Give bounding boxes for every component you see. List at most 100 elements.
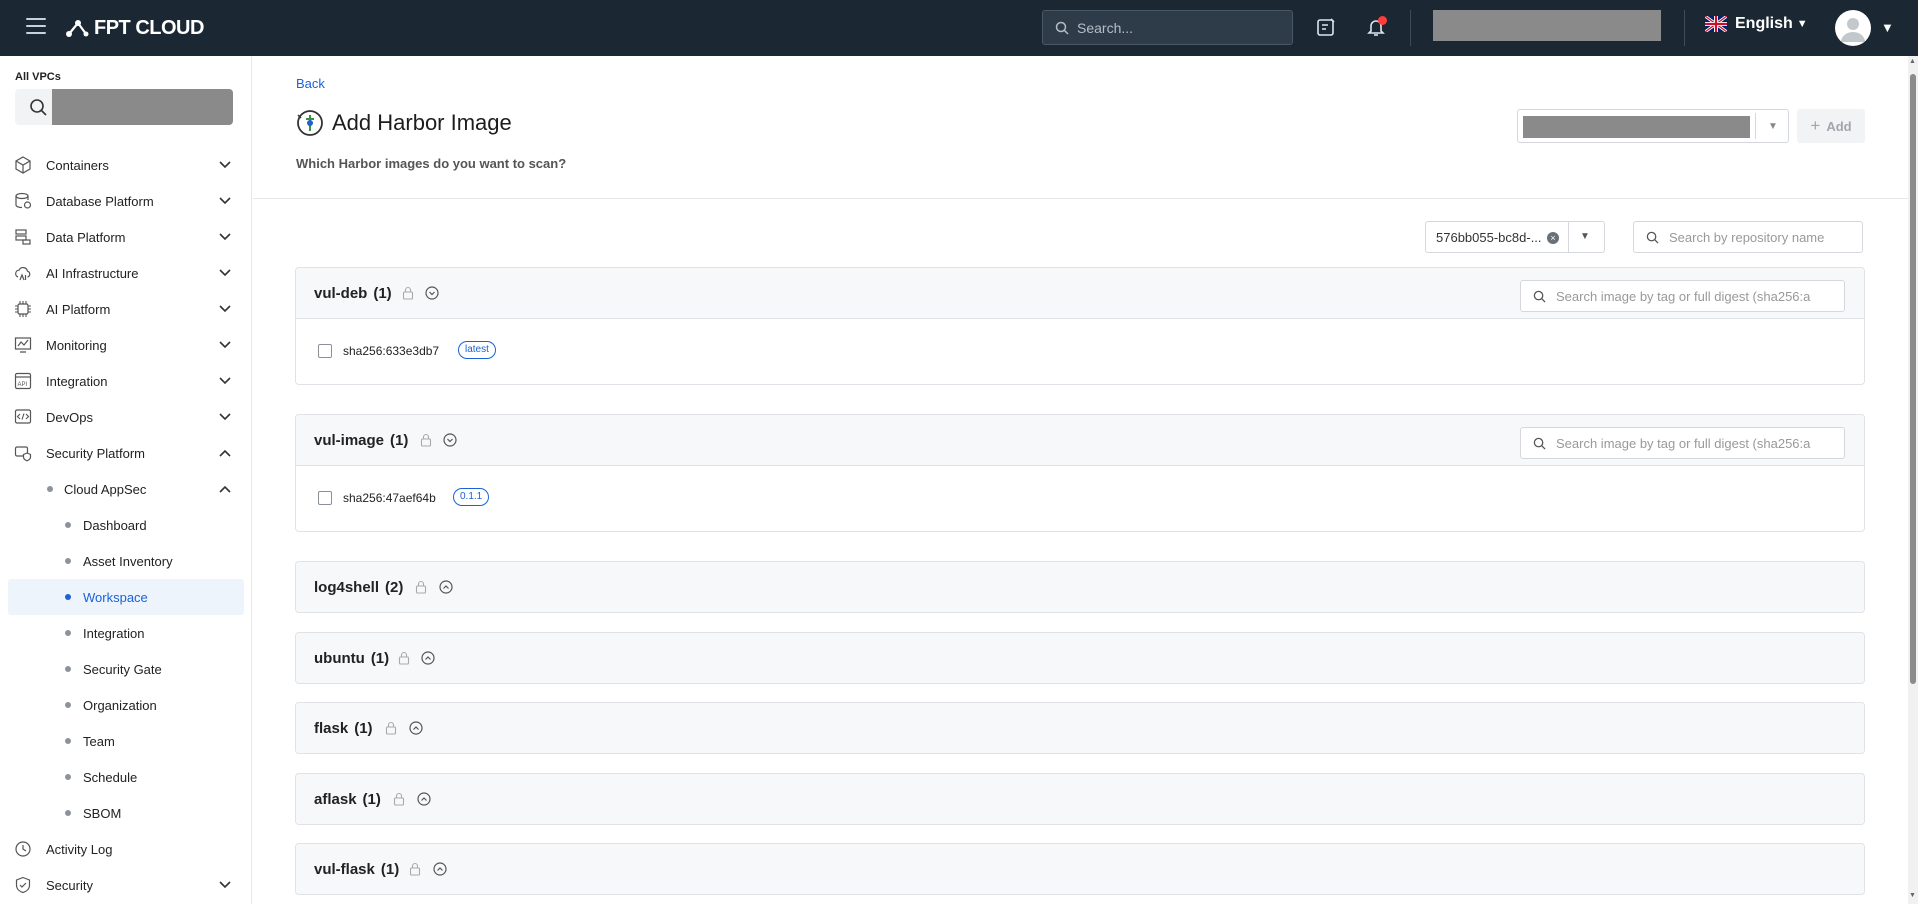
project-select[interactable]: 576bb055-bc8d-... × ▼ [1425, 221, 1605, 253]
sidebar-subitem-label: Organization [83, 698, 157, 713]
vpc-search-input[interactable] [15, 89, 233, 125]
image-checkbox[interactable] [318, 491, 332, 505]
sidebar-item-monitoring[interactable]: Monitoring [0, 327, 252, 363]
redacted-account-field[interactable] [1433, 10, 1661, 41]
repository-card: vul-image (1) Search image by tag or full… [295, 414, 1865, 532]
chevron-down-icon [219, 377, 231, 385]
collapse-toggle-icon[interactable] [424, 285, 440, 301]
clock-icon [15, 841, 31, 857]
tag-search-placeholder: Search image by tag or full digest (sha2… [1556, 435, 1811, 451]
language-selector[interactable]: English ▼ [1705, 15, 1808, 33]
scroll-down-arrow-icon[interactable]: ▼ [1909, 892, 1916, 899]
sidebar-item-integration[interactable]: API Integration [0, 363, 252, 399]
header-divider [253, 198, 1908, 199]
add-button[interactable]: + Add [1797, 109, 1865, 143]
chevron-up-icon [219, 449, 231, 457]
clear-icon[interactable]: × [1547, 232, 1559, 244]
tag-search-input[interactable]: Search image by tag or full digest (sha2… [1520, 427, 1845, 459]
sidebar-subitem-asset-inventory[interactable]: Asset Inventory [0, 543, 252, 579]
sidebar-subitem-label: Dashboard [83, 518, 147, 533]
sidebar-item-security[interactable]: Security [0, 867, 252, 903]
support-ticket-icon[interactable] [1313, 14, 1339, 40]
sidebar-item-data-platform[interactable]: Data Platform [0, 219, 252, 255]
harbor-image-icon [297, 110, 323, 136]
registry-select[interactable]: ▼ [1517, 109, 1789, 143]
sidebar-item-ai-platform[interactable]: AI Platform [0, 291, 252, 327]
brand-logo[interactable]: FPT CLOUD [64, 14, 204, 42]
repository-count: (2) [385, 579, 404, 596]
sidebar-subitem-organization[interactable]: Organization [0, 687, 252, 723]
scroll-up-arrow-icon[interactable]: ▲ [1909, 58, 1916, 65]
repository-search-input[interactable]: Search by repository name [1633, 221, 1863, 253]
svg-text:API: API [18, 382, 28, 388]
image-digest: sha256:47aef64b [343, 491, 436, 505]
user-avatar[interactable] [1835, 10, 1871, 46]
expand-toggle-icon[interactable] [438, 579, 454, 595]
sidebar-subitem-label: Asset Inventory [83, 554, 173, 569]
search-icon [1646, 231, 1659, 244]
sidebar-item-cloud-appsec[interactable]: Cloud AppSec [0, 471, 252, 507]
lock-icon [402, 286, 414, 300]
expand-toggle-icon[interactable] [432, 861, 448, 877]
sidebar-item-label: DevOps [46, 410, 93, 425]
global-search-placeholder: Search... [1077, 19, 1134, 36]
sidebar-item-label: Database Platform [46, 194, 154, 209]
search-icon [30, 99, 47, 116]
sidebar-item-containers[interactable]: Containers [0, 147, 252, 183]
repository-count: (1) [354, 720, 373, 737]
repository-header[interactable]: vul-flask (1) [296, 844, 1864, 894]
repository-card: log4shell (2) [295, 561, 1865, 613]
collapse-toggle-icon[interactable] [442, 432, 458, 448]
repository-header[interactable]: vul-deb (1) Search image by tag or full d… [296, 268, 1864, 319]
sidebar-subitem-dashboard[interactable]: Dashboard [0, 507, 252, 543]
sidebar-item-devops[interactable]: DevOps [0, 399, 252, 435]
sidebar-subitem-workspace[interactable]: Workspace [8, 579, 244, 615]
caret-down-icon[interactable]: ▼ [1881, 20, 1894, 35]
expand-toggle-icon[interactable] [416, 791, 432, 807]
repository-header[interactable]: flask (1) [296, 703, 1864, 753]
hamburger-menu-icon[interactable] [26, 18, 46, 34]
search-icon [1533, 290, 1546, 303]
repository-count: (1) [370, 650, 390, 667]
lock-icon [398, 651, 410, 665]
lock-icon [415, 580, 427, 594]
sidebar-subitem-label: Workspace [83, 590, 148, 605]
repository-card: vul-flask (1) [295, 843, 1865, 895]
sidebar-item-database-platform[interactable]: Database Platform [0, 183, 252, 219]
tag-search-input[interactable]: Search image by tag or full digest (sha2… [1520, 280, 1845, 312]
search-icon [1055, 21, 1069, 35]
back-link[interactable]: Back [296, 76, 325, 91]
sidebar-subitem-security-gate[interactable]: Security Gate [0, 651, 252, 687]
scrollbar-thumb[interactable] [1910, 74, 1916, 684]
brand-name: FPT CLOUD [94, 16, 204, 39]
expand-toggle-icon[interactable] [408, 720, 424, 736]
sidebar-item-ai-infrastructure[interactable]: AI Infrastructure [0, 255, 252, 291]
global-search-input[interactable]: Search... [1042, 10, 1293, 45]
notification-bell-icon[interactable] [1363, 14, 1389, 40]
repository-card: aflask (1) [295, 773, 1865, 825]
data-stack-icon [15, 229, 31, 245]
sidebar-subitem-sbom[interactable]: SBOM [0, 795, 252, 831]
main-scrollbar[interactable]: ▲ ▼ [1908, 56, 1918, 904]
sidebar-item-security-platform[interactable]: Security Platform [0, 435, 252, 471]
chevron-up-icon [219, 485, 231, 493]
top-bar: FPT CLOUD Search... English ▼ ▼ [0, 0, 1918, 56]
bullet-dot [65, 522, 71, 528]
bullet-dot [65, 630, 71, 636]
repository-header[interactable]: log4shell (2) [296, 562, 1864, 612]
repository-header[interactable]: ubuntu (1) [296, 633, 1864, 683]
image-checkbox[interactable] [318, 344, 332, 358]
monitor-icon [14, 337, 32, 353]
redacted-registry-value [1523, 116, 1750, 138]
repository-header[interactable]: vul-image (1) Search image by tag or full… [296, 415, 1864, 466]
sidebar-subitem-label: Security Gate [83, 662, 162, 677]
chevron-down-icon [219, 305, 231, 313]
sidebar-subitem-integration[interactable]: Integration [0, 615, 252, 651]
expand-toggle-icon[interactable] [420, 650, 436, 666]
sidebar-item-activity-log[interactable]: Activity Log [0, 831, 252, 867]
sidebar-subitem-team[interactable]: Team [0, 723, 252, 759]
sidebar-subitem-schedule[interactable]: Schedule [0, 759, 252, 795]
repository-header[interactable]: aflask (1) [296, 774, 1864, 824]
language-label: English [1735, 15, 1793, 32]
repository-count: (1) [362, 791, 381, 808]
